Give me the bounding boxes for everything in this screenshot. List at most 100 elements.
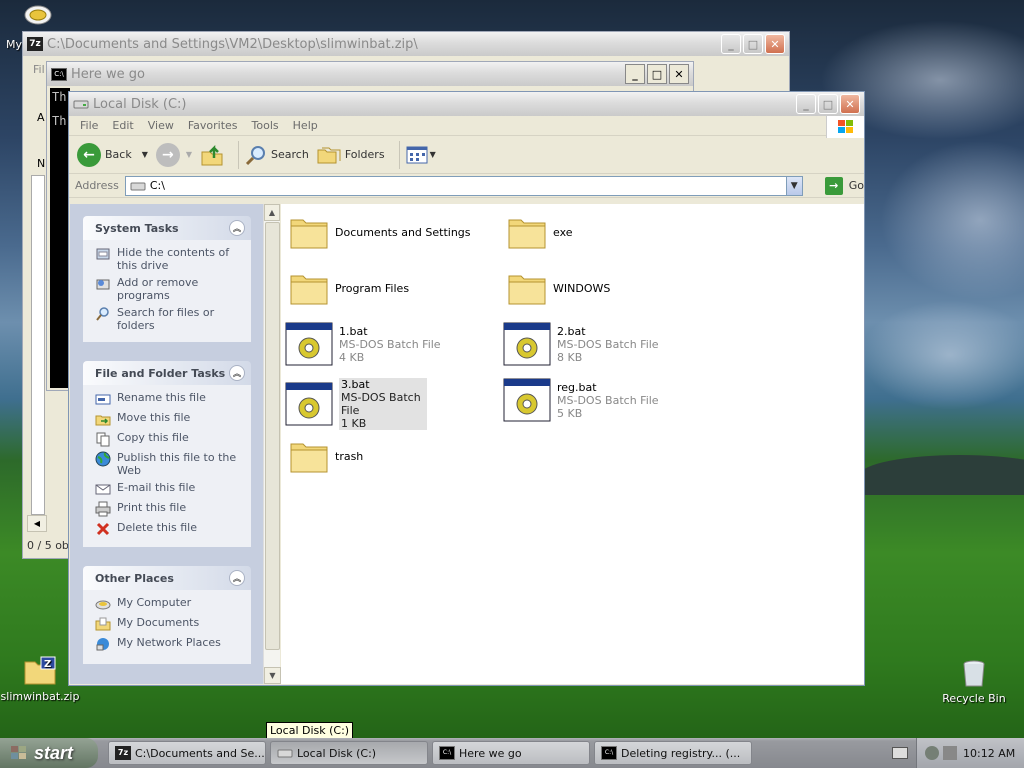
menu-tools[interactable]: Tools bbox=[245, 119, 286, 132]
batch-file-icon bbox=[285, 322, 333, 366]
folders-button[interactable]: Folders bbox=[317, 145, 385, 165]
menu-help[interactable]: Help bbox=[286, 119, 325, 132]
up-folder-icon bbox=[201, 144, 223, 165]
zip-close-button[interactable]: ✕ bbox=[765, 34, 785, 54]
system-tasks-header[interactable]: System Tasks ︽ bbox=[83, 216, 251, 240]
zip-file-list[interactable] bbox=[31, 175, 45, 515]
address-input[interactable]: C:\ ▼ bbox=[124, 175, 803, 196]
collapse-chevron-icon[interactable]: ︽ bbox=[229, 220, 245, 236]
collapse-chevron-icon[interactable]: ︽ bbox=[229, 570, 245, 586]
menu-file[interactable]: File bbox=[73, 119, 105, 132]
task-add-remove[interactable]: Add or remove programs bbox=[95, 276, 243, 302]
explorer-window[interactable]: Local Disk (C:) _ □ ✕ File Edit View Fav… bbox=[68, 91, 865, 686]
zip-status: 0 / 5 obj bbox=[27, 539, 72, 552]
zip-minimize-button[interactable]: _ bbox=[721, 34, 741, 54]
folder-icon bbox=[508, 219, 546, 249]
scrollbar-thumb[interactable] bbox=[265, 222, 280, 650]
task-search-files-label: Search for files or folders bbox=[117, 306, 215, 332]
task-search-files[interactable]: Search for files or folders bbox=[95, 306, 243, 332]
system-tasks-box: System Tasks ︽ Hide the contents of this… bbox=[83, 216, 251, 342]
place-my-computer-label: My Computer bbox=[117, 596, 192, 609]
printer-icon bbox=[95, 501, 111, 517]
file-item-windows[interactable]: WINDOWS bbox=[507, 270, 610, 306]
task-move[interactable]: Move this file bbox=[95, 411, 243, 427]
task-print[interactable]: Print this file bbox=[95, 501, 243, 517]
explorer-minimize-button[interactable]: _ bbox=[796, 94, 816, 114]
other-places-header[interactable]: Other Places ︽ bbox=[83, 566, 251, 590]
cmd-maximize-button[interactable]: □ bbox=[647, 64, 667, 84]
place-my-network[interactable]: My Network Places bbox=[95, 636, 243, 652]
cmd-close-button[interactable]: ✕ bbox=[669, 64, 689, 84]
clock[interactable]: 10:12 AM bbox=[963, 747, 1015, 760]
forward-dropdown-icon[interactable]: ▼ bbox=[186, 150, 192, 159]
menu-favorites[interactable]: Favorites bbox=[181, 119, 245, 132]
file-list-area[interactable]: Documents and Settings exe Program Files… bbox=[281, 204, 864, 684]
address-dropdown-icon[interactable]: ▼ bbox=[785, 175, 803, 196]
place-my-computer[interactable]: My Computer bbox=[95, 596, 243, 612]
file-tasks-header[interactable]: File and Folder Tasks ︽ bbox=[83, 361, 251, 385]
file-item-3-bat[interactable]: 3.bat MS-DOS Batch File 1 KB bbox=[285, 378, 427, 430]
cmd-console[interactable]: Th Th bbox=[50, 88, 70, 388]
task-rename-label: Rename this file bbox=[117, 391, 206, 404]
taskbar-button-zip[interactable]: 7z C:\Documents and Se... bbox=[108, 741, 266, 765]
tray-volume-icon[interactable] bbox=[943, 746, 957, 760]
taskbar-button-local-disk[interactable]: Local Disk (C:) bbox=[270, 741, 428, 765]
views-button[interactable]: ▼ bbox=[406, 145, 436, 165]
taskbar-button-here-we-go[interactable]: C:\ Here we go bbox=[432, 741, 590, 765]
collapse-chevron-icon[interactable]: ︽ bbox=[229, 365, 245, 381]
zip-maximize-button[interactable]: □ bbox=[743, 34, 763, 54]
file-name: 2.bat bbox=[557, 324, 586, 338]
task-publish[interactable]: Publish this file to the Web bbox=[95, 451, 243, 477]
up-folder-button[interactable] bbox=[200, 144, 224, 166]
zip-hscroll[interactable]: ◀ bbox=[27, 515, 47, 532]
menu-view[interactable]: View bbox=[141, 119, 181, 132]
go-button[interactable]: → Go bbox=[824, 176, 864, 195]
scroll-up-arrow-icon[interactable]: ▲ bbox=[264, 204, 280, 221]
taskbar-button-deleting-registry[interactable]: C:\ Deleting registry... (... bbox=[594, 741, 752, 765]
file-size: 8 KB bbox=[557, 350, 583, 364]
file-name: WINDOWS bbox=[553, 281, 611, 295]
task-hide-drive[interactable]: Hide the contents of this drive bbox=[95, 246, 243, 272]
file-name: trash bbox=[335, 449, 364, 463]
taskpane-scrollbar[interactable]: ▲ ▼ bbox=[263, 204, 281, 684]
explorer-titlebar[interactable]: Local Disk (C:) _ □ ✕ bbox=[69, 92, 864, 116]
menu-edit[interactable]: Edit bbox=[105, 119, 140, 132]
file-item-2-bat[interactable]: 2.bat MS-DOS Batch File 8 KB bbox=[503, 322, 659, 366]
tray-network-icon[interactable] bbox=[925, 746, 939, 760]
explorer-title: Local Disk (C:) bbox=[93, 96, 187, 112]
zip-menu-stub[interactable]: Fil bbox=[33, 63, 45, 76]
hide-drive-icon bbox=[96, 248, 110, 260]
cmd-window-titlebar[interactable]: C:\ Here we go _ □ ✕ bbox=[47, 62, 693, 86]
my-documents-icon bbox=[95, 617, 111, 631]
task-rename[interactable]: Rename this file bbox=[95, 391, 243, 407]
explorer-close-button[interactable]: ✕ bbox=[840, 94, 860, 114]
scroll-down-arrow-icon[interactable]: ▼ bbox=[264, 667, 281, 684]
folders-button-label: Folders bbox=[344, 148, 385, 161]
task-delete[interactable]: Delete this file bbox=[95, 521, 243, 537]
address-label: Address bbox=[75, 179, 119, 192]
folder-icon bbox=[290, 275, 328, 305]
desktop-icon-recycle-bin[interactable]: Recycle Bin bbox=[934, 660, 1014, 705]
file-item-program-files[interactable]: Program Files bbox=[289, 270, 409, 306]
file-item-trash[interactable]: trash bbox=[289, 438, 363, 474]
desktop-icon-top[interactable]: My bbox=[0, 4, 76, 51]
views-dropdown-icon: ▼ bbox=[429, 150, 436, 159]
place-my-documents[interactable]: My Documents bbox=[95, 616, 243, 632]
cmd-minimize-button[interactable]: _ bbox=[625, 64, 645, 84]
back-button[interactable]: ← Back ▼ bbox=[77, 142, 148, 167]
forward-button[interactable]: → ▼ bbox=[155, 142, 192, 167]
desktop-icon-slimwinbat[interactable]: Z slimwinbat.zip bbox=[0, 656, 80, 703]
file-item-reg-bat[interactable]: reg.bat MS-DOS Batch File 5 KB bbox=[503, 378, 659, 422]
keyboard-icon[interactable] bbox=[892, 747, 908, 759]
zip-window-titlebar[interactable]: 7z C:\Documents and Settings\VM2\Desktop… bbox=[23, 32, 789, 56]
explorer-maximize-button[interactable]: □ bbox=[818, 94, 838, 114]
back-dropdown-icon[interactable]: ▼ bbox=[142, 150, 148, 159]
file-item-1-bat[interactable]: 1.bat MS-DOS Batch File 4 KB bbox=[285, 322, 441, 366]
start-button[interactable]: start bbox=[0, 738, 98, 768]
search-button[interactable]: Search bbox=[245, 144, 309, 166]
task-copy[interactable]: Copy this file bbox=[95, 431, 243, 447]
file-item-documents-and-settings[interactable]: Documents and Settings bbox=[289, 214, 471, 250]
task-email[interactable]: E-mail this file bbox=[95, 481, 243, 497]
file-item-exe[interactable]: exe bbox=[507, 214, 573, 250]
drive-icon bbox=[277, 749, 293, 758]
